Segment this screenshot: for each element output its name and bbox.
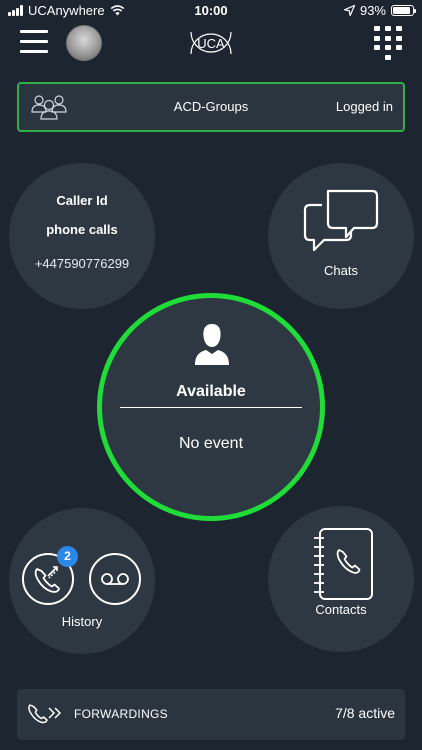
caller-id-title: Caller Id <box>56 193 108 208</box>
history-panel: 2 History <box>9 508 155 654</box>
caller-id-button[interactable]: Caller Id phone calls +447590776299 <box>9 163 155 309</box>
acd-groups-bar[interactable]: ACD-Groups Logged in <box>17 82 405 132</box>
forwardings-title: FORWARDINGS <box>74 707 168 721</box>
call-forward-icon <box>28 704 62 724</box>
presence-event: No event <box>178 435 244 452</box>
status-bar: UCAnywhere 10:00 93% <box>0 0 422 22</box>
caller-id-number: +447590776299 <box>34 256 130 271</box>
voicemail-icon <box>101 573 129 585</box>
avatar[interactable] <box>66 25 102 61</box>
forwardings-bar[interactable]: FORWARDINGS 7/8 active <box>17 689 405 740</box>
history-label: History <box>61 614 103 629</box>
uca-logo: UCA <box>190 31 232 55</box>
location-arrow-icon <box>343 5 355 16</box>
top-bar: UCA <box>0 22 422 66</box>
chats-button[interactable]: Chats <box>268 163 414 309</box>
address-book-icon <box>314 528 373 600</box>
voicemail-button[interactable] <box>89 553 141 605</box>
presence-state: Available <box>176 383 246 400</box>
acd-status: Logged in <box>335 99 393 114</box>
logo-text: UCA <box>197 36 225 51</box>
presence-status-button[interactable]: Available No event <box>97 293 325 521</box>
hamburger-icon[interactable] <box>20 30 48 54</box>
chats-label: Chats <box>324 263 358 278</box>
forwardings-value: 7/8 active <box>335 705 395 721</box>
contacts-button[interactable]: Contacts <box>268 506 414 652</box>
contacts-label: Contacts <box>315 602 367 617</box>
dialpad-icon[interactable] <box>374 26 402 60</box>
presence-divider <box>120 407 302 408</box>
battery-icon <box>391 5 416 16</box>
missed-calls-badge: 2 <box>57 546 78 567</box>
caller-id-subtitle: phone calls <box>46 222 118 237</box>
battery-percent: 93% <box>359 3 386 18</box>
chat-bubbles-icon <box>303 189 379 252</box>
person-icon <box>195 324 229 365</box>
